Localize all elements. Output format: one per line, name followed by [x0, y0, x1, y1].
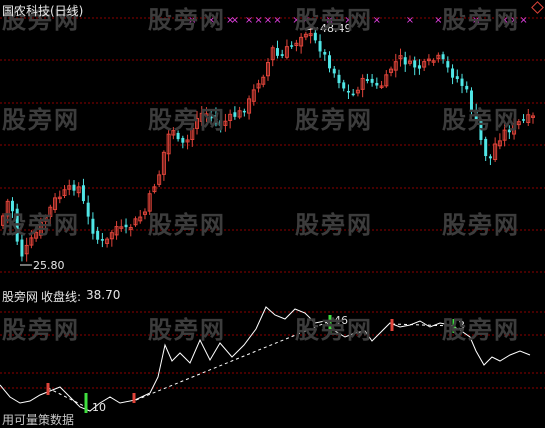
candle-body	[219, 120, 223, 126]
candle-body	[417, 65, 421, 69]
signal-marker: ×	[302, 15, 310, 26]
high-label: 48.49	[320, 22, 352, 35]
sell-signal-bar	[452, 319, 456, 333]
candle-body	[209, 116, 213, 119]
candle-body	[337, 74, 341, 84]
pivot-high-label: 46	[334, 314, 348, 327]
candle-body	[181, 137, 185, 143]
sell-signal-bar	[328, 315, 332, 335]
candle-body	[72, 184, 76, 191]
candle-body	[20, 239, 24, 257]
candle-body	[86, 202, 90, 217]
indicator-line-value: 38.70	[86, 288, 121, 302]
price-chart[interactable]: × × ×× × × × × × × × × × × × × × × ×48.4925.80	[0, 0, 545, 285]
right-label: 3	[458, 319, 465, 332]
candle-body	[484, 138, 488, 157]
signal-marker: ×	[188, 15, 196, 26]
candle-body	[375, 82, 379, 86]
candle-body	[403, 57, 407, 65]
signal-marker: ×	[519, 15, 527, 26]
indicator-line-label: 收盘线:	[41, 290, 82, 304]
signal-marker: ×	[472, 15, 480, 26]
indicator-panel[interactable]: 10 46 3 股旁网 股旁网 股旁网 股旁网 股旁网 收盘线: 38.70 用可量…	[0, 285, 545, 427]
candle-body	[242, 110, 246, 113]
candle-body	[328, 55, 332, 69]
candle-body	[15, 208, 19, 242]
price-chart-panel[interactable]: × × × × × × × × × × × × × × × × × × × 48.49 25.80 股旁网 股旁网 股旁…	[0, 0, 545, 285]
chart-title: 国农科技(日线)	[2, 4, 84, 18]
candle-body	[96, 230, 100, 240]
signal-marker: ×	[264, 15, 272, 26]
candle-body	[275, 48, 279, 56]
candle-body	[451, 68, 455, 78]
signal-marker: ×	[406, 15, 414, 26]
candle-body	[469, 90, 473, 111]
trend-line	[47, 387, 87, 408]
candle-body	[280, 54, 284, 56]
footer-note: 用可量策数据	[2, 413, 75, 427]
candle-body	[460, 78, 464, 86]
candle-body	[176, 132, 180, 140]
buy-signal-bar	[132, 393, 136, 403]
signal-marker: ×	[245, 15, 253, 26]
candle-body	[91, 218, 95, 234]
pivot-low-label: 10	[92, 401, 106, 414]
signal-marker: ×	[231, 15, 239, 26]
indicator-name: 股旁网	[2, 290, 39, 304]
candle-body	[10, 200, 14, 212]
high-pointer	[304, 27, 319, 31]
candle-body	[214, 115, 218, 121]
candle-body	[318, 41, 322, 52]
candle-body	[233, 112, 237, 117]
indicator-line	[0, 306, 531, 412]
candle-body	[479, 119, 483, 140]
candle-body	[346, 90, 350, 93]
candle-body	[81, 185, 85, 202]
candle-body	[313, 32, 317, 41]
signal-marker: ×	[373, 15, 381, 26]
candle-body	[455, 76, 459, 80]
candle-body	[446, 61, 450, 68]
signal-marker: ×	[273, 15, 281, 26]
indicator-chart[interactable]: 10 46 3	[0, 285, 545, 427]
candle-body	[365, 79, 369, 81]
candle-body	[290, 45, 294, 47]
signal-marker: ×	[510, 15, 518, 26]
signal-marker: ×	[254, 15, 262, 26]
signal-marker: ×	[207, 15, 215, 26]
candle-body	[441, 54, 445, 60]
candle-body	[488, 156, 492, 159]
signal-marker: ×	[292, 15, 300, 26]
low-label: 25.80	[33, 259, 65, 272]
candle-body	[342, 82, 346, 89]
candle-body	[507, 129, 511, 133]
buy-signal-bar	[46, 383, 50, 395]
sell-signal-bar	[84, 393, 88, 413]
candle-body	[351, 93, 355, 96]
candle-body	[522, 119, 526, 121]
candle-body	[465, 85, 469, 90]
candle-body	[413, 60, 417, 68]
candle-body	[332, 68, 336, 74]
signal-marker: ×	[500, 15, 508, 26]
buy-signal-bar	[390, 319, 394, 331]
candle-body	[100, 239, 104, 241]
candle-body	[474, 110, 478, 121]
signal-marker: ×	[434, 15, 442, 26]
candle-body	[370, 78, 374, 83]
candle-body	[124, 224, 128, 228]
candle-body	[323, 51, 327, 55]
